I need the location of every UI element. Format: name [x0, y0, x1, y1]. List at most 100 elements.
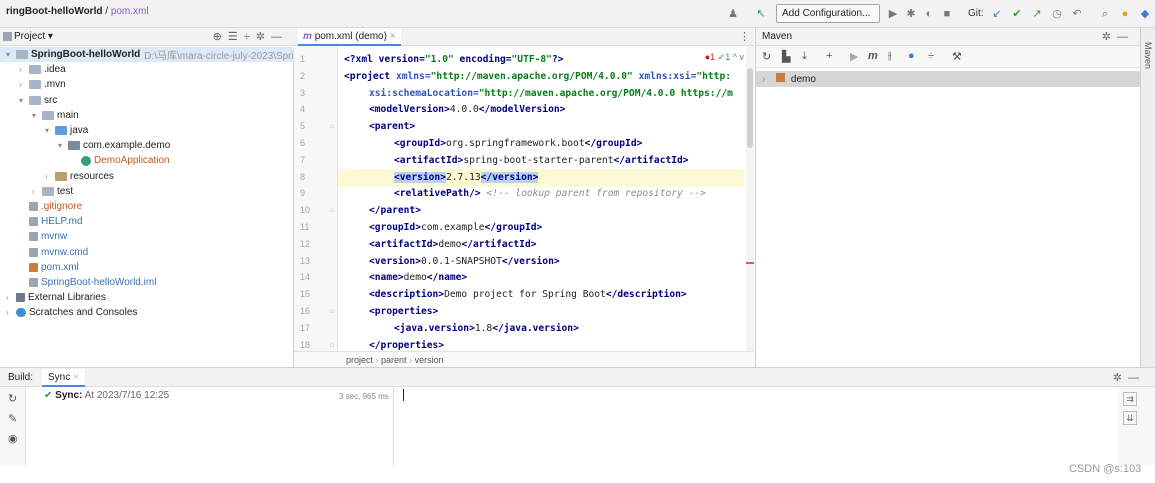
eye-icon[interactable]: ◉ — [8, 432, 18, 445]
stop-icon[interactable]: ■ — [940, 7, 954, 21]
tree-item[interactable]: › .idea — [0, 62, 294, 77]
sync-result-row[interactable]: ✔ Sync: At 2023/7/16 12:25 — [44, 390, 169, 401]
tree-item[interactable]: › .mvn — [0, 77, 294, 92]
tree-item[interactable]: › test — [0, 184, 294, 199]
history-icon[interactable]: ◷ — [1050, 7, 1064, 21]
fold-icon[interactable]: ⌂ — [330, 342, 334, 349]
settings-wrench-icon[interactable]: ⚒ — [952, 50, 962, 63]
fold-icon[interactable]: ⌂ — [330, 207, 334, 214]
build-console[interactable] — [394, 387, 1118, 465]
code-line[interactable]: <version>0.0.1-SNAPSHOT</version> — [344, 253, 560, 271]
execute-goal-icon[interactable]: m — [868, 50, 878, 62]
debug-icon[interactable]: ✱ — [904, 7, 918, 21]
tree-item[interactable]: › Scratches and Consoles — [0, 305, 294, 320]
fold-icon[interactable]: ⌂ — [330, 308, 334, 315]
rollback-icon[interactable]: ↶ — [1070, 7, 1084, 21]
search-icon[interactable]: ⌕ — [1098, 7, 1112, 21]
rerun-icon[interactable]: ↻ — [8, 392, 17, 405]
chevron-down-icon[interactable]: ▾ — [32, 111, 42, 120]
hide-icon[interactable]: — — [1117, 31, 1134, 43]
user-icon[interactable]: ♟ — [726, 7, 740, 21]
code-line[interactable]: <groupId>com.example</groupId> — [344, 219, 542, 237]
coverage-icon[interactable]: ◐ — [922, 7, 936, 21]
chevron-down-icon[interactable]: v — [740, 52, 745, 62]
project-view-selector[interactable]: Project ▾ — [14, 31, 53, 42]
tree-item[interactable]: ▾ SpringBoot-helloWorld D:\马库\mara-circle-… — [0, 47, 294, 62]
reload-icon[interactable]: ↻ — [762, 50, 771, 63]
chevron-right-icon[interactable]: › — [45, 172, 55, 181]
chevron-down-icon[interactable]: ▾ — [45, 126, 55, 135]
chevron-down-icon[interactable]: ▾ — [6, 50, 16, 59]
close-icon[interactable]: × — [390, 31, 396, 42]
code-editor[interactable]: 1 2 3 4 5 6 7 8 9 10 11 12 13 14 15 16 17 18 ⌂ ⌂ ⌂ ⌂ <?xml ve… — [294, 46, 754, 351]
code-line[interactable]: <modelVersion>4.0.0</modelVersion> — [344, 101, 565, 119]
chevron-down-icon[interactable]: ▾ — [58, 141, 68, 150]
chevron-right-icon[interactable]: › — [19, 80, 29, 89]
tree-item[interactable]: ▾ main — [0, 108, 294, 123]
git-update-icon[interactable]: ↙ — [990, 7, 1004, 21]
code-line[interactable]: <java.version>1.8</java.version> — [344, 320, 579, 338]
chevron-right-icon[interactable]: › — [6, 308, 16, 317]
chevron-right-icon[interactable]: › — [762, 74, 765, 85]
editor-tab-pom[interactable]: m pom.xml (demo) × — [298, 28, 401, 46]
code-line[interactable]: <description>Demo project for Spring Boo… — [344, 286, 687, 304]
code-line[interactable]: <version>2.7.13</version> — [338, 168, 744, 187]
gear-icon[interactable]: ✲ — [256, 31, 271, 43]
chevron-up-icon[interactable]: ^ — [733, 52, 737, 62]
git-push-icon[interactable]: ↗ — [1030, 7, 1044, 21]
scroll-to-end-icon[interactable]: ⇊ — [1123, 411, 1137, 425]
crumb-project[interactable]: ringBoot-helloWorld — [6, 6, 102, 17]
code-line[interactable]: <relativePath/> <!-- lookup parent from … — [344, 185, 706, 203]
download-icon[interactable]: ⤓ — [802, 50, 807, 63]
git-commit-icon[interactable]: ✔ — [1010, 7, 1024, 21]
tree-item[interactable]: › resources — [0, 169, 294, 184]
tree-item[interactable]: › External Libraries — [0, 290, 294, 305]
maven-project-row[interactable]: › demo — [756, 71, 1141, 87]
run-configuration-dropdown[interactable]: Add Configuration... — [776, 4, 880, 23]
code-line[interactable]: <artifactId>spring-boot-starter-parent</… — [344, 152, 689, 170]
plugin-update-icon[interactable]: ● — [1118, 7, 1132, 21]
code-line[interactable]: <properties> — [344, 303, 438, 321]
gear-icon[interactable]: ✲ — [1113, 372, 1128, 384]
hide-icon[interactable]: — — [1128, 372, 1145, 384]
code-line[interactable]: <groupId>org.springframework.boot</group… — [344, 135, 642, 153]
crumb-parent-tag[interactable]: parent — [381, 355, 407, 365]
generate-sources-icon[interactable]: ▙ — [782, 50, 790, 63]
fold-icon[interactable]: ⌂ — [330, 123, 334, 130]
tree-item[interactable]: pom.xml — [0, 260, 294, 275]
skip-tests-icon[interactable]: ● — [908, 50, 915, 62]
inspection-widget[interactable]: ●1 ✓1 ^ v — [705, 52, 744, 63]
code-line[interactable]: </parent> — [344, 202, 421, 220]
gear-icon[interactable]: ✲ — [1102, 31, 1117, 43]
tree-item[interactable]: HELP.md — [0, 214, 294, 229]
tab-menu-icon[interactable]: ⋮ — [739, 30, 750, 43]
maven-side-tab[interactable]: Maven — [1140, 28, 1155, 367]
crumb-project-tag[interactable]: project — [346, 355, 373, 365]
collapse-icon[interactable]: ÷ — [928, 50, 934, 62]
toggle-offline-icon[interactable]: ⫲ — [888, 50, 892, 63]
collapse-all-icon[interactable]: ÷ — [244, 31, 256, 43]
code-line[interactable]: <parent> — [344, 118, 415, 136]
tree-item[interactable]: mvnw.cmd — [0, 245, 294, 260]
chevron-right-icon[interactable]: › — [19, 65, 29, 74]
error-stripe-marker[interactable] — [746, 262, 754, 264]
tree-item[interactable]: DemoApplication — [0, 153, 294, 168]
add-icon[interactable]: + — [826, 50, 832, 62]
chevron-down-icon[interactable]: ▾ — [19, 96, 29, 105]
tree-item[interactable]: ▾ java — [0, 123, 294, 138]
tree-item[interactable]: ▾ src — [0, 93, 294, 108]
tree-item[interactable]: .gitignore — [0, 199, 294, 214]
chevron-right-icon[interactable]: › — [32, 187, 42, 196]
pin-icon[interactable]: ✎ — [8, 412, 17, 425]
expand-all-icon[interactable]: ☰ — [228, 31, 244, 43]
locate-icon[interactable]: ⊕ — [213, 31, 228, 43]
run-icon[interactable]: ▶ — [850, 50, 858, 63]
soft-wrap-icon[interactable]: ⇉ — [1123, 392, 1137, 406]
code-line[interactable]: <name>demo</name> — [344, 269, 467, 287]
code-line[interactable]: </properties> — [344, 337, 444, 351]
run-icon[interactable]: ▶ — [886, 7, 900, 21]
tree-item[interactable]: SpringBoot-helloWorld.iml — [0, 275, 294, 290]
code-line[interactable]: <project xmlns="http://maven.apache.org/… — [344, 68, 731, 86]
tab-sync[interactable]: Sync × — [42, 369, 85, 387]
crumb-version-tag[interactable]: version — [415, 355, 444, 365]
